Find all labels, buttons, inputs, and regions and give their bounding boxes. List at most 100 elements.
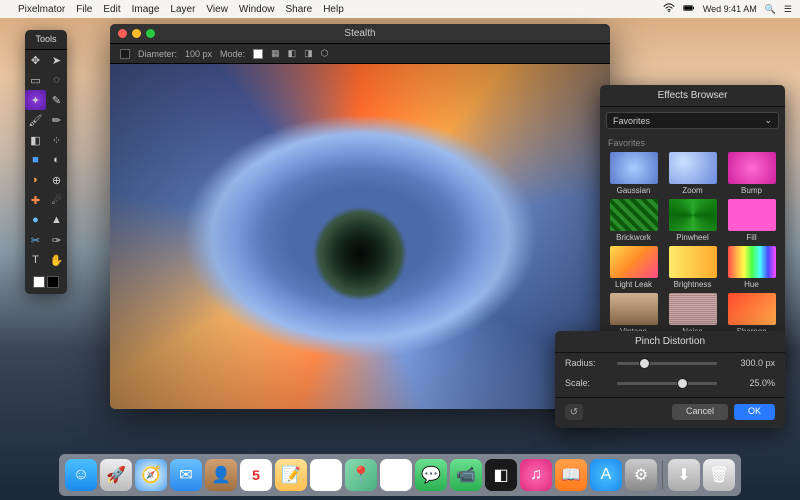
smudge-tool-icon[interactable]: ☄ [46, 190, 67, 210]
battery-icon[interactable] [683, 3, 695, 15]
cancel-button[interactable]: Cancel [672, 404, 728, 420]
eraser-tool-icon[interactable]: ◧ [25, 130, 46, 150]
gradient-tool-icon[interactable]: ◐ [46, 150, 67, 170]
effect-label: Zoom [682, 186, 702, 195]
crop-tool-icon[interactable]: ✂ [25, 230, 46, 250]
marquee-tool-icon[interactable]: ▭ [25, 70, 46, 90]
menu-app[interactable]: Pixelmator [18, 4, 65, 15]
blur-tool-icon[interactable]: ● [25, 210, 46, 230]
bucket-tool-icon[interactable]: ◗ [25, 170, 46, 190]
dock-notes-icon[interactable]: 📝 [275, 459, 307, 491]
effect-hue[interactable]: Hue [724, 246, 779, 289]
effect-brickwork[interactable]: Brickwork [606, 199, 661, 242]
radius-label: Radius: [565, 358, 609, 368]
notifications-icon[interactable]: ☰ [784, 4, 792, 15]
foreground-color-swatch[interactable] [33, 276, 45, 288]
brush-tool-icon[interactable]: 🖌 [25, 110, 46, 130]
brush-size-value[interactable]: 100 px [185, 49, 212, 59]
pencil-tool-icon[interactable]: ✏ [46, 110, 67, 130]
clone-tool-icon[interactable]: ⊕ [46, 170, 67, 190]
dock-messages-icon[interactable]: 💬 [415, 459, 447, 491]
magic-wand-tool-icon[interactable]: ✦ [25, 90, 46, 110]
radius-value: 300.0 px [725, 358, 775, 368]
dock-safari-icon[interactable]: 🧭 [135, 459, 167, 491]
mode-add-icon[interactable]: ◧ [288, 48, 297, 59]
mode-mask-icon[interactable]: ▦ [271, 48, 280, 59]
pointer-tool-icon[interactable]: ➤ [46, 50, 67, 70]
effect-zoom[interactable]: Zoom [665, 152, 720, 195]
menu-file[interactable]: File [76, 4, 92, 15]
text-tool-icon[interactable]: T [25, 250, 46, 270]
menu-help[interactable]: Help [323, 4, 344, 15]
window-titlebar[interactable]: Stealth [110, 24, 610, 44]
menu-image[interactable]: Image [132, 4, 160, 15]
effect-thumb-icon [728, 152, 776, 184]
menubar: Pixelmator File Edit Image Layer View Wi… [0, 0, 800, 18]
ok-button[interactable]: OK [734, 404, 775, 420]
effect-vintage[interactable]: Vintage [606, 293, 661, 336]
dock-photos-icon[interactable]: ✿ [380, 459, 412, 491]
menu-window[interactable]: Window [239, 4, 275, 15]
effects-section-label: Favorites [600, 134, 785, 150]
scale-slider[interactable] [617, 382, 717, 385]
canvas[interactable] [110, 64, 610, 409]
mode-normal-icon[interactable] [253, 49, 263, 59]
lasso-tool-icon[interactable]: ◌ [46, 70, 67, 90]
refine-icon[interactable]: ⬡ [321, 48, 329, 59]
effect-fill[interactable]: Fill [724, 199, 779, 242]
scale-value: 25.0% [725, 378, 775, 388]
dock-appstore-icon[interactable]: A [590, 459, 622, 491]
chevron-down-icon: ⌄ [764, 115, 772, 126]
dock-calendar-icon[interactable]: 5 [240, 459, 272, 491]
effect-bump[interactable]: Bump [724, 152, 779, 195]
mode-subtract-icon[interactable]: ◨ [304, 48, 313, 59]
heal-tool-icon[interactable]: ✚ [25, 190, 46, 210]
menu-layer[interactable]: Layer [170, 4, 195, 15]
effect-gaussian[interactable]: Gaussian [606, 152, 661, 195]
spray-tool-icon[interactable]: ⁘ [46, 130, 67, 150]
pen-tool-icon[interactable]: ✎ [46, 90, 67, 110]
dock-preferences-icon[interactable]: ⚙ [625, 459, 657, 491]
effect-label: Brightness [674, 280, 712, 289]
effect-label: Bump [741, 186, 762, 195]
effect-thumb-icon [610, 152, 658, 184]
diameter-label: Diameter: [138, 49, 177, 59]
move-tool-icon[interactable]: ✥ [25, 50, 46, 70]
menu-view[interactable]: View [206, 4, 228, 15]
dock-downloads-icon[interactable]: ⬇ [668, 459, 700, 491]
dock-mail-icon[interactable]: ✉ [170, 459, 202, 491]
hand-tool-icon[interactable]: ✋ [46, 250, 67, 270]
dock-facetime-icon[interactable]: 📹 [450, 459, 482, 491]
effects-browser-panel: Effects Browser Favorites ⌄ Favorites Ga… [600, 85, 785, 363]
dock-maps-icon[interactable]: 📍 [345, 459, 377, 491]
spotlight-icon[interactable]: 🔍 [765, 4, 776, 15]
radius-slider[interactable] [617, 362, 717, 365]
menu-share[interactable]: Share [286, 4, 313, 15]
effect-noise[interactable]: Noise [665, 293, 720, 336]
shape-tool-icon[interactable]: ■ [25, 150, 46, 170]
brush-preview-icon[interactable] [120, 49, 130, 59]
dock-trash-icon[interactable]: 🗑 [703, 459, 735, 491]
effect-brightness[interactable]: Brightness [665, 246, 720, 289]
reset-button[interactable]: ↺ [565, 404, 583, 420]
effect-thumb-icon [610, 199, 658, 231]
dock-ibooks-icon[interactable]: 📖 [555, 459, 587, 491]
effects-category-dropdown[interactable]: Favorites ⌄ [606, 112, 779, 129]
effect-sharpen[interactable]: Sharpen [724, 293, 779, 336]
eyedropper-tool-icon[interactable]: ✑ [46, 230, 67, 250]
menubar-clock[interactable]: Wed 9:41 AM [703, 4, 757, 14]
background-color-swatch[interactable] [47, 276, 59, 288]
dock-launchpad-icon[interactable]: 🚀 [100, 459, 132, 491]
dock-reminders-icon[interactable]: ☑ [310, 459, 342, 491]
effect-thumb-icon [610, 293, 658, 325]
dock-contacts-icon[interactable]: 👤 [205, 459, 237, 491]
effect-light-leak[interactable]: Light Leak [606, 246, 661, 289]
effect-thumb-icon [669, 293, 717, 325]
effect-pinwheel[interactable]: Pinwheel [665, 199, 720, 242]
dock-finder-icon[interactable]: ☺ [65, 459, 97, 491]
sharpen-tool-icon[interactable]: ▲ [46, 210, 67, 230]
dock-pixelmator-icon[interactable]: ◧ [485, 459, 517, 491]
wifi-icon[interactable] [663, 3, 675, 15]
menu-edit[interactable]: Edit [103, 4, 120, 15]
dock-itunes-icon[interactable]: ♫ [520, 459, 552, 491]
